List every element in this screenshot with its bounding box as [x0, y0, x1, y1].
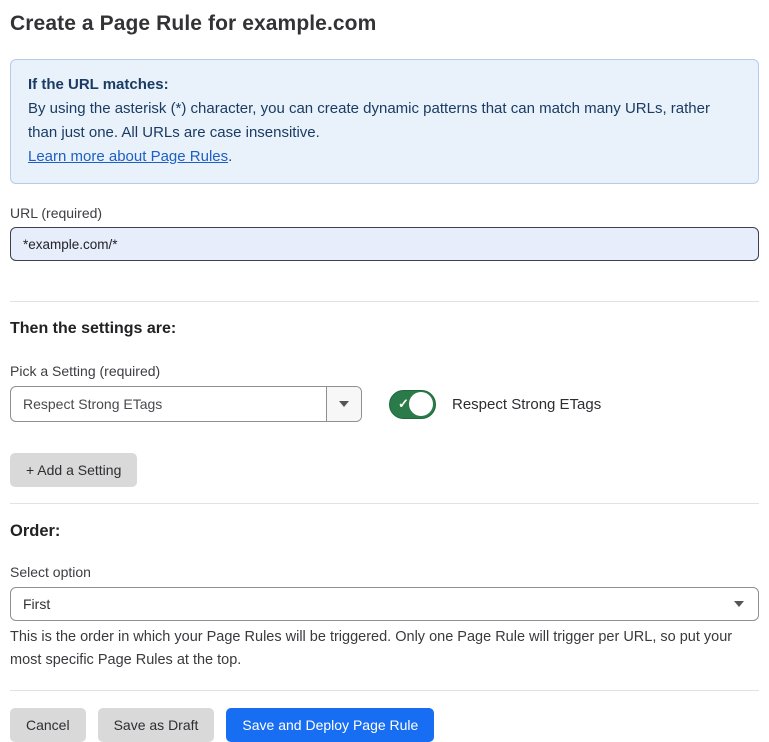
save-and-deploy-button[interactable]: Save and Deploy Page Rule [226, 708, 434, 742]
setting-toggle[interactable]: ✓ [389, 390, 436, 419]
create-page-rule-form: Create a Page Rule for example.com If th… [0, 0, 769, 718]
order-section-heading: Order: [10, 522, 759, 541]
setting-toggle-wrap: ✓ Respect Strong ETags [389, 390, 601, 419]
settings-section-heading: Then the settings are: [10, 320, 759, 338]
setting-toggle-label: Respect Strong ETags [452, 396, 601, 413]
info-box-heading: If the URL matches: [28, 73, 741, 97]
pick-setting-label: Pick a Setting (required) [10, 363, 759, 379]
setting-select-value: Respect Strong ETags [11, 387, 326, 421]
order-help-text: This is the order in which your Page Rul… [10, 626, 755, 672]
section-divider [10, 301, 759, 302]
save-as-draft-button[interactable]: Save as Draft [98, 708, 215, 742]
info-box-link-line: Learn more about Page Rules. [28, 145, 741, 169]
url-match-info-box: If the URL matches: By using the asteris… [10, 59, 759, 184]
action-button-row: Cancel Save as Draft Save and Deploy Pag… [10, 708, 759, 742]
cancel-button[interactable]: Cancel [10, 708, 86, 742]
url-input[interactable] [10, 227, 759, 261]
order-select[interactable]: First [10, 587, 759, 621]
order-select-value: First [23, 596, 50, 612]
order-select-label: Select option [10, 564, 759, 580]
section-divider [10, 503, 759, 504]
chevron-down-icon [339, 401, 349, 407]
toggle-knob [409, 392, 433, 416]
info-box-body: By using the asterisk (*) character, you… [28, 97, 728, 145]
page-title: Create a Page Rule for example.com [10, 12, 759, 36]
chevron-down-icon [734, 601, 744, 607]
link-suffix: . [228, 148, 232, 165]
setting-select[interactable]: Respect Strong ETags [10, 386, 362, 422]
add-setting-button[interactable]: + Add a Setting [10, 453, 137, 487]
url-field-label: URL (required) [10, 205, 759, 221]
learn-more-link[interactable]: Learn more about Page Rules [28, 148, 228, 165]
setting-row: Respect Strong ETags ✓ Respect Strong ET… [10, 386, 759, 422]
section-divider [10, 690, 759, 691]
setting-select-arrow-button[interactable] [326, 387, 361, 421]
check-icon: ✓ [398, 397, 409, 410]
